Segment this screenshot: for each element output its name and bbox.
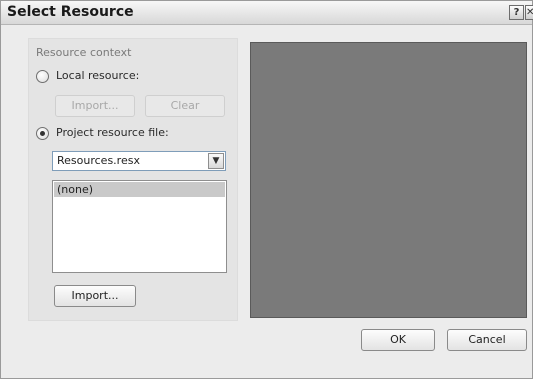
project-import-button[interactable]: Import... xyxy=(54,285,136,307)
chevron-down-icon[interactable]: ▼ xyxy=(208,153,224,169)
close-icon[interactable]: ✕ xyxy=(525,5,533,20)
dialog-title: Select Resource xyxy=(7,4,134,20)
cancel-button[interactable]: Cancel xyxy=(447,329,527,351)
local-import-button[interactable]: Import... xyxy=(55,95,135,117)
local-resource-label[interactable]: Local resource: xyxy=(56,69,139,82)
resource-file-value: Resources.resx xyxy=(57,154,140,167)
resource-context-label: Resource context xyxy=(36,46,132,59)
resource-file-dropdown[interactable]: Resources.resx ▼ xyxy=(52,151,226,171)
radio-selected-dot xyxy=(40,131,45,136)
local-resource-radio[interactable] xyxy=(36,70,49,83)
resource-list[interactable]: (none) xyxy=(52,180,227,273)
project-resource-label[interactable]: Project resource file: xyxy=(56,126,169,139)
ok-button[interactable]: OK xyxy=(361,329,435,351)
select-resource-dialog: Select Resource ? ✕ Resource context Loc… xyxy=(0,0,533,379)
help-icon[interactable]: ? xyxy=(509,5,524,20)
resource-preview xyxy=(250,42,527,318)
project-resource-radio[interactable] xyxy=(36,127,49,140)
title-bar[interactable]: Select Resource ? ✕ xyxy=(1,1,533,25)
clear-button[interactable]: Clear xyxy=(145,95,225,117)
list-item[interactable]: (none) xyxy=(54,182,225,197)
